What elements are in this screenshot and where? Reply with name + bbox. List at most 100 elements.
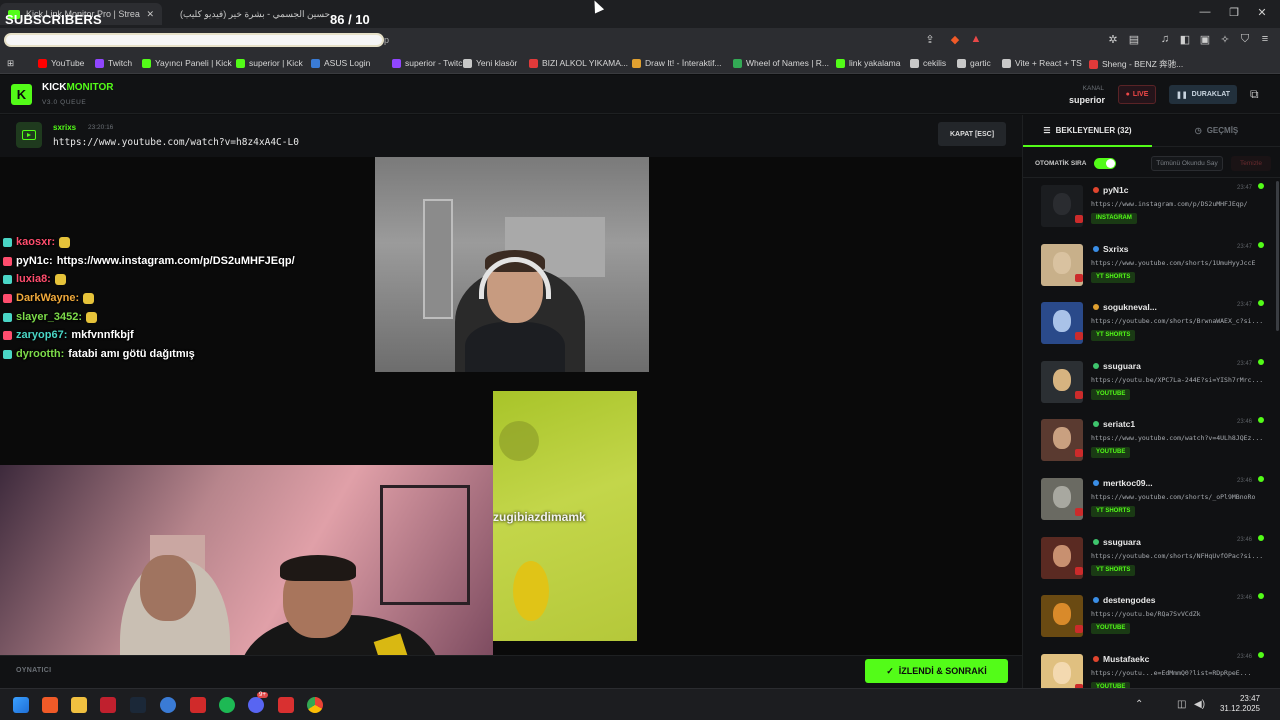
pause-button[interactable]: ❚❚ DURAKLAT [1169,85,1237,104]
extensions-icon[interactable]: ✲ [1105,33,1121,46]
restore-icon[interactable]: ❐ [1226,6,1242,19]
bookmark-favicon-icon [463,58,472,68]
windows-start-icon[interactable] [13,697,29,713]
bookmark-item[interactable]: cekilis [910,58,946,68]
bookmark-label: Draw It! - İnteraktif... [645,58,722,68]
bookmark-item[interactable]: link yakalama [836,58,901,68]
menu-icon[interactable]: ≡ [1257,33,1273,45]
pause-icon: ❚❚ [1175,91,1188,99]
brand-accent: MONITOR [66,82,114,93]
clear-button[interactable]: Temizle [1231,156,1271,171]
close-button[interactable]: KAPAT [ESC] [938,122,1006,146]
bookmark-item[interactable]: Vite + React + TS [1002,58,1082,68]
tab-youtube-video[interactable]: حسين الجسمي - بشرة خير (فيديو كليب) [166,3,332,25]
bookmarks-bar: ⊞ YouTube Twitch Yayıncı Paneli | Kick supe… [0,54,1280,74]
bookmark-item[interactable]: ASUS Login [311,58,370,68]
brave-browser-icon[interactable] [42,697,58,713]
tab-waiting[interactable]: ☰ BEKLEYENLER (32) [1023,115,1152,147]
tray-chevron-icon[interactable]: ⌃ [1135,699,1143,710]
close-window-icon[interactable]: ✕ [1254,6,1270,19]
mark-all-read-button[interactable]: Tümünü Okundu Say [1151,156,1223,171]
online-status-icon [1258,300,1264,307]
chat-username: DarkWayne: [16,292,80,304]
watched-next-button[interactable]: ✓ İZLENDİ & SONRAKİ [865,659,1008,683]
bookmark-item[interactable]: superior | Kick [236,58,303,68]
queue-time: 23:47 [1237,360,1253,367]
live-button[interactable]: ● LIVE [1118,85,1156,104]
steam-icon[interactable] [130,697,146,713]
queue-item[interactable]: Sxrixs 23:47 https://www.youtube.com/short… [1035,240,1273,294]
queue-item[interactable]: pyN1c 23:47 https://www.instagram.com/p/DS… [1035,181,1273,235]
bookmark-item[interactable]: Yeni klasör [463,58,517,68]
current-url[interactable]: https://www.youtube.com/watch?v=h8z4xA4C… [53,137,299,148]
bookmark-label: superior - Twitch [405,58,468,68]
bookmark-item[interactable]: BIZI ALKOL YIKAMA... [529,58,628,68]
queue-item[interactable]: ssuguara 23:46 https://youtube.com/shorts/… [1035,533,1273,587]
chat-badge-icon [3,274,12,284]
bookmark-label: Wheel of Names | R... [746,58,829,68]
online-status-icon [1258,476,1264,482]
address-bar-input[interactable] [4,33,384,47]
video-player[interactable]: zugibiazdimamk kaosxr: pyN1c: https://www.… [0,157,1022,655]
bookmark-item[interactable]: Sheng - BENZ 奔驰... [1089,58,1183,70]
app-blue-icon[interactable] [160,697,176,713]
wallet-icon[interactable]: ▣ [1197,33,1213,46]
reader-icon[interactable]: ◧ [1177,33,1193,46]
spotify-icon[interactable] [219,697,235,713]
bookmark-item[interactable]: Draw It! - İnteraktif... [632,58,722,68]
chrome-icon[interactable] [307,697,323,713]
share-icon[interactable]: ⇪ [922,33,938,46]
chat-badge-icon [3,293,12,303]
app-arrows-icon[interactable] [278,697,294,713]
queue-url: https://youtu.be/XPC7La-244E?si=YISh7rMr… [1091,375,1264,384]
queue-url: https://www.youtube.com/watch?v=4ULh8JQE… [1091,434,1264,443]
apps-grid-icon[interactable]: ⊞ [7,58,14,69]
queue-item[interactable]: mertkoc09... 23:46 https://www.youtube.com… [1035,474,1273,528]
queue-scrollbar[interactable] [1276,181,1279,331]
bookmark-item[interactable]: superior - Twitch [392,58,467,68]
user-badge-icon [1093,421,1099,428]
queue-item[interactable]: Mustafaekc 23:46 https://youtu...e=EdMmmQ0… [1035,650,1273,688]
bookmark-item[interactable]: Yayıncı Paneli | Kick [142,58,232,68]
bookmark-item[interactable]: Twitch [95,58,132,68]
vpn-icon[interactable]: ⛉ [1237,33,1253,46]
bookmark-item[interactable]: gartic [957,58,991,68]
discord-icon[interactable] [248,697,264,713]
queue-item[interactable]: destengodes 23:46 https://youtu.be/RQa7SvV… [1035,591,1273,645]
minimize-icon[interactable]: — [1197,6,1213,18]
queue-item[interactable]: seriatc1 23:46 https://www.youtube.com/wat… [1035,415,1273,469]
online-status-icon [1258,358,1264,365]
media-icon[interactable]: ♫ [1157,33,1173,45]
webcam-overlay [0,465,493,655]
network-icon[interactable]: ◫ [1177,699,1186,710]
kick-monitor-app: K KICKMONITOR V3.0 QUEUE KANAL superior … [0,75,1280,688]
app-brand: KICKMONITOR [42,82,114,93]
bookmark-item[interactable]: Wheel of Names | R... [733,58,829,68]
sidebar-icon[interactable]: ▤ [1126,33,1142,46]
file-explorer-icon[interactable] [71,697,87,713]
app-red2-icon[interactable] [190,697,206,713]
auto-queue-toggle[interactable] [1094,158,1116,169]
popout-icon[interactable]: ⧉ [1250,87,1259,102]
tab-close-icon[interactable]: ✕ [146,9,154,20]
app-red-icon[interactable] [100,697,116,713]
chat-badge-icon [3,237,12,247]
bookmark-favicon-icon [910,58,919,68]
brave-rewards-icon[interactable]: ▲ [968,33,984,45]
bookmark-label: Yayıncı Paneli | Kick [155,58,232,68]
queue-url: https://youtube.com/shorts/BrwnaWAEX_c?s… [1091,317,1264,326]
bookmark-favicon-icon [529,58,538,68]
leo-ai-icon[interactable]: ✧ [1217,33,1233,46]
bookmark-item[interactable]: YouTube [38,58,84,68]
queue-item[interactable]: sogukneval... 23:47 https://youtube.com/sh… [1035,298,1273,352]
queue-item[interactable]: ssuguara 23:47 https://youtu.be/XPC7La-244… [1035,357,1273,411]
brave-shield-icon[interactable]: ◆ [947,33,963,46]
bookmark-favicon-icon [836,58,845,68]
chat-username: slayer_3452: [16,311,83,323]
taskbar-clock[interactable]: 23:47 31.12.2025 [1210,694,1260,714]
platform-icon [1075,449,1083,458]
volume-icon[interactable]: ◀) [1194,699,1205,710]
tab-history[interactable]: ◷ GEÇMİŞ [1152,115,1280,147]
queue-username: sogukneval... [1103,302,1157,313]
chat-username: kaosxr: [16,236,56,248]
